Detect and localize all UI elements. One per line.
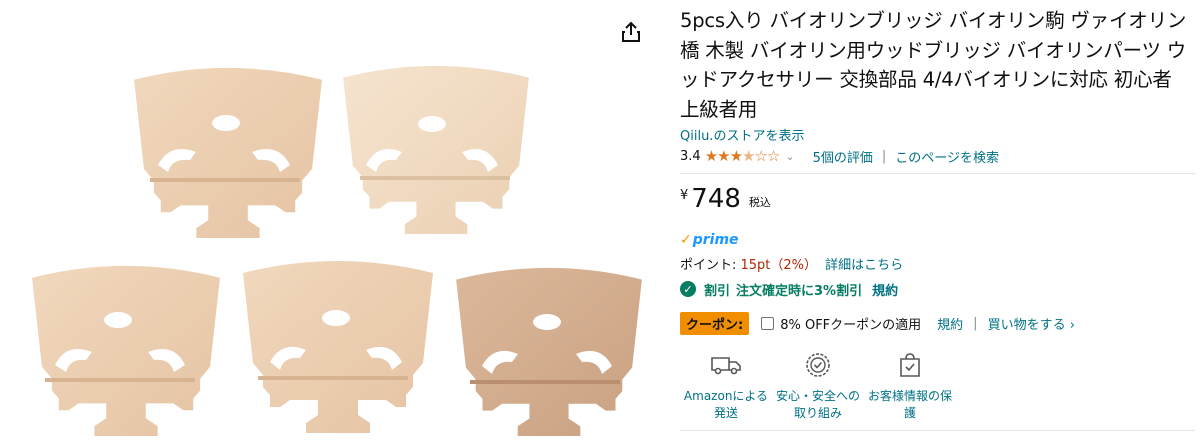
star-rating-icon[interactable]: ★★★★☆☆ — [704, 147, 781, 165]
price-value: 748 — [691, 184, 741, 214]
stars-empty: ☆☆ — [754, 147, 780, 165]
chevron-down-icon[interactable]: ⌄ — [785, 150, 794, 163]
points-row: ポイント: 15pt（2%） 詳細はこちら — [680, 254, 1195, 273]
share-icon[interactable] — [620, 20, 642, 44]
separator: | — [973, 315, 978, 331]
product-detail-panel: 5pcs入り バイオリンブリッジ バイオリン駒 ヴァイオリン 橋 木製 バイオリ… — [680, 0, 1195, 422]
discount-row: ✓ 割引 注文確定時に3%割引 規約 — [680, 279, 1195, 299]
discount-label: 割引 — [704, 283, 731, 299]
prime-logo: prime — [692, 232, 739, 248]
bridge-top-left — [134, 67, 322, 239]
feature-label: 安心・安全への取り組み — [775, 389, 860, 420]
price-row: ¥ 748 税込 — [680, 184, 1195, 216]
points-detail-link[interactable]: 詳細はこちら — [825, 258, 903, 273]
separator: | — [881, 148, 887, 164]
secure-bag-icon — [864, 348, 956, 382]
stars-full: ★★★ — [704, 147, 743, 165]
feature-safety[interactable]: 安心・安全への取り組み — [772, 348, 864, 422]
bridge-bottom-2 — [243, 261, 433, 433]
coupon-badge: クーポン: — [680, 311, 750, 335]
search-page-link[interactable]: このページを検索 — [895, 147, 999, 166]
divider — [680, 173, 1195, 174]
coupon-row: クーポン: 8% OFFクーポンの適用 規約 | 買い物をする › — [680, 311, 1195, 335]
prime-check-icon: ✓ — [680, 232, 692, 248]
coupon-terms-link[interactable]: 規約 — [937, 314, 963, 333]
feature-privacy[interactable]: お客様情報の保護 — [864, 348, 956, 422]
discount-terms-link[interactable]: 規約 — [872, 280, 898, 299]
divider — [680, 430, 1195, 431]
coupon-checkbox[interactable] — [761, 316, 775, 330]
bridge-top-right — [343, 65, 529, 235]
shop-link[interactable]: 買い物をする › — [988, 314, 1075, 333]
tax-label: 税込 — [748, 196, 771, 209]
check-circle-icon: ✓ — [680, 281, 696, 297]
store-link[interactable]: Qiilu.のストアを表示 — [680, 125, 804, 144]
points-value: 15pt（2%） — [740, 258, 818, 273]
feature-fulfilled-by-amazon[interactable]: Amazonによる発送 — [680, 348, 772, 422]
shield-badge-icon — [772, 348, 864, 382]
points-label: ポイント: — [680, 258, 741, 273]
product-title: 5pcs入り バイオリンブリッジ バイオリン駒 ヴァイオリン 橋 木製 バイオリ… — [680, 9, 1187, 121]
feature-label: お客様情報の保護 — [867, 389, 952, 420]
feature-list: Amazonによる発送 安心・安全への取り組み お客様情報の保護 — [680, 348, 1195, 422]
price-symbol: ¥ — [680, 188, 689, 203]
rating-row: 3.4 ★★★★☆☆ ⌄ 5個の評価 | このページを検索 — [680, 147, 1195, 166]
rating-value: 3.4 — [680, 148, 701, 164]
reviews-link[interactable]: 5個の評価 — [813, 147, 873, 166]
delivery-truck-icon — [680, 348, 772, 382]
coupon-text: 8% OFFクーポンの適用 — [780, 317, 922, 333]
feature-label: Amazonによる発送 — [683, 389, 769, 420]
discount-detail: 注文確定時に3%割引 — [736, 283, 863, 299]
bridge-bottom-1 — [32, 265, 220, 437]
prime-badge: ✓ prime — [680, 232, 1195, 248]
bridge-bottom-3 — [456, 267, 642, 437]
stars-half: ★ — [742, 147, 755, 165]
product-image[interactable] — [0, 0, 660, 444]
